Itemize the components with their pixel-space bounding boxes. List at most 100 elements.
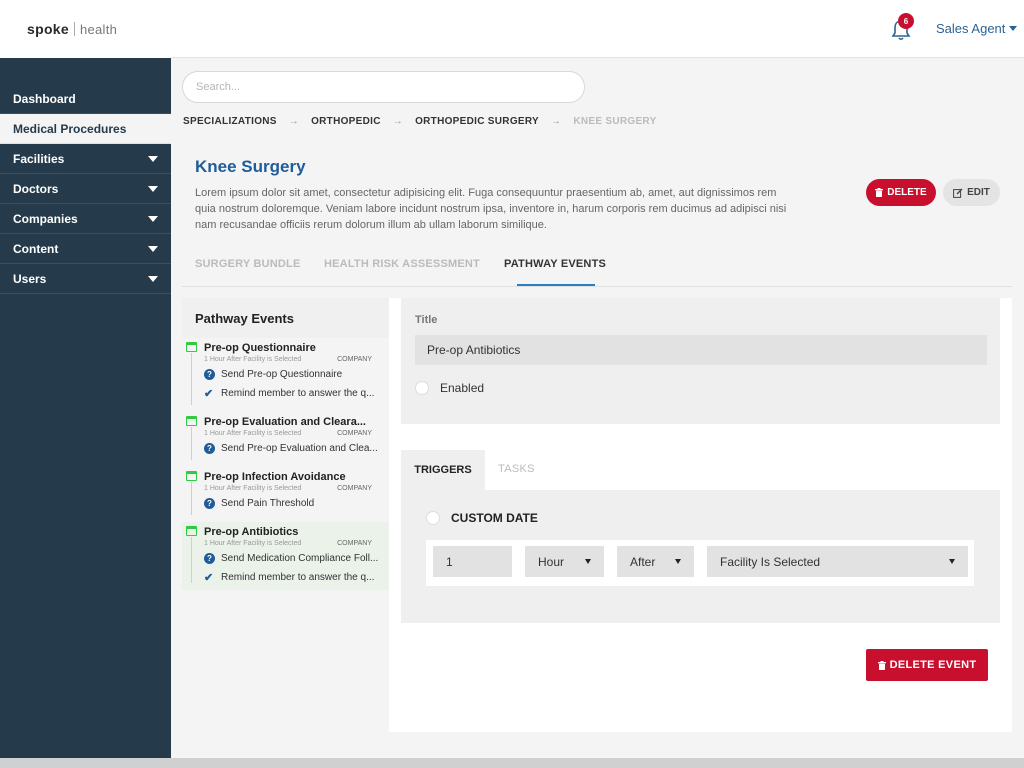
event-select[interactable]: Facility Is Selected — [707, 546, 968, 577]
calendar-icon — [186, 342, 197, 352]
sub-item-text: Send Pain Threshold — [221, 497, 315, 509]
procedure-tabs: SURGERY BUNDLE HEALTH RISK ASSESSMENT PA… — [182, 250, 1012, 287]
list-item[interactable]: Pre-op Questionnaire 1 Hour After Facili… — [182, 338, 389, 412]
sidebar-item-medical-procedures[interactable]: Medical Procedures — [0, 114, 171, 144]
enabled-radio[interactable] — [415, 381, 429, 395]
event-title: Pre-op Infection Avoidance — [204, 471, 346, 483]
sidebar-item-label: Medical Procedures — [13, 121, 127, 136]
sidebar-item-companies[interactable]: Companies — [0, 204, 171, 234]
custom-date-radio[interactable] — [426, 511, 440, 525]
question-icon: ? — [204, 552, 215, 564]
amount-input[interactable]: 1 — [433, 546, 512, 577]
event-title: Pre-op Questionnaire — [204, 342, 316, 354]
event-audience: COMPANY — [337, 540, 372, 547]
triggers-card: CUSTOM DATE 1 Hour After Facility Is Sel… — [401, 490, 1000, 623]
arrow-right-icon: → — [288, 116, 300, 127]
check-icon: ✔ — [204, 571, 214, 584]
event-sub-item[interactable]: ? Send Medication Compliance Foll... — [204, 550, 382, 566]
tab-surgery-bundle[interactable]: SURGERY BUNDLE — [195, 250, 300, 287]
chevron-down-icon — [1009, 26, 1018, 31]
sidebar-item-label: Companies — [13, 211, 78, 226]
event-meta: 1 Hour After Facility is Selected COMPANY — [204, 485, 372, 492]
arrow-right-icon: → — [551, 116, 562, 127]
tab-health-risk-assessment[interactable]: HEALTH RISK ASSESSMENT — [324, 250, 480, 287]
event-timing: 1 Hour After Facility is Selected — [204, 430, 302, 437]
delete-button[interactable]: DELETE — [866, 179, 936, 206]
calendar-icon — [186, 416, 197, 426]
sidebar-item-label: Facilities — [13, 151, 65, 166]
enabled-toggle[interactable]: Enabled — [415, 381, 484, 395]
enabled-label: Enabled — [440, 381, 485, 395]
edit-label: EDIT — [967, 187, 990, 198]
calendar-icon — [186, 471, 197, 481]
delete-label: DELETE — [887, 187, 927, 198]
question-icon: ? — [204, 497, 215, 509]
sidebar-item-users[interactable]: Users — [0, 264, 171, 294]
event-sub-item[interactable]: ? Send Pre-op Evaluation and Clea... — [204, 440, 382, 456]
chevron-down-icon — [148, 215, 158, 222]
event-audience: COMPANY — [337, 356, 372, 363]
event-value: Facility Is Selected — [720, 554, 821, 569]
sidebar-item-label: Doctors — [13, 181, 59, 196]
sidebar-item-label: Users — [13, 271, 47, 286]
logo-brand: spoke — [27, 21, 69, 37]
sidebar-item-label: Content — [13, 241, 59, 256]
user-menu[interactable]: Sales Agent — [936, 21, 1018, 36]
trash-icon — [875, 188, 884, 197]
breadcrumb-current: KNEE SURGERY — [573, 116, 657, 127]
events-heading: Pathway Events — [182, 298, 389, 338]
trigger-fields: 1 Hour After Facility Is Selected — [426, 540, 974, 586]
tree-line — [191, 482, 192, 515]
page-title: Knee Surgery — [195, 157, 306, 176]
event-timing: 1 Hour After Facility is Selected — [204, 485, 302, 492]
breadcrumb: SPECIALIZATIONS → ORTHOPEDIC → ORTHOPEDI… — [183, 116, 657, 127]
caret-down-icon — [949, 559, 955, 564]
calendar-icon — [186, 526, 197, 536]
sidebar-item-facilities[interactable]: Facilities — [0, 144, 171, 174]
breadcrumb-item[interactable]: ORTHOPEDIC SURGERY — [415, 116, 539, 127]
unit-select[interactable]: Hour — [525, 546, 604, 577]
search-input[interactable] — [182, 71, 585, 103]
title-input[interactable] — [415, 335, 987, 365]
list-item-selected[interactable]: Pre-op Antibiotics 1 Hour After Facility… — [182, 522, 389, 590]
sidebar-item-dashboard[interactable]: Dashboard — [0, 84, 171, 114]
event-sub-item[interactable]: ? Send Pain Threshold — [204, 495, 382, 511]
sidebar-item-doctors[interactable]: Doctors — [0, 174, 171, 204]
relation-select[interactable]: After — [617, 546, 694, 577]
chevron-down-icon — [148, 185, 158, 192]
sub-item-text: Remind member to answer the q... — [221, 387, 375, 399]
bottom-bar — [0, 758, 1024, 768]
event-title: Pre-op Evaluation and Cleara... — [204, 416, 366, 428]
sub-item-text: Send Medication Compliance Foll... — [221, 552, 379, 564]
breadcrumb-item[interactable]: ORTHOPEDIC — [311, 116, 381, 127]
edit-button[interactable]: EDIT — [943, 179, 1000, 206]
event-audience: COMPANY — [337, 485, 372, 492]
relation-value: After — [630, 554, 656, 569]
sub-item-text: Remind member to answer the q... — [221, 571, 375, 583]
caret-down-icon — [675, 559, 681, 564]
list-item[interactable]: Pre-op Evaluation and Cleara... 1 Hour A… — [182, 412, 389, 467]
unit-value: Hour — [538, 554, 565, 569]
event-sub-item[interactable]: ✔ Remind member to answer the q... — [204, 385, 382, 401]
tab-pathway-events[interactable]: PATHWAY EVENTS — [504, 250, 606, 287]
breadcrumb-item[interactable]: SPECIALIZATIONS — [183, 116, 277, 127]
custom-date-toggle[interactable]: CUSTOM DATE — [426, 511, 538, 525]
event-timing: 1 Hour After Facility is Selected — [204, 356, 302, 363]
sidebar-item-content[interactable]: Content — [0, 234, 171, 264]
title-card: Title Enabled — [401, 298, 1000, 424]
active-tab-indicator — [517, 284, 595, 286]
procedure-description: Lorem ipsum dolor sit amet, consectetur … — [195, 187, 787, 231]
event-sub-item[interactable]: ? Send Pre-op Questionnaire — [204, 366, 382, 382]
logo[interactable]: spoke health — [0, 0, 171, 58]
delete-event-button[interactable]: DELETE EVENT — [866, 649, 988, 681]
edit-icon — [953, 188, 963, 198]
tab-triggers[interactable]: TRIGGERS — [401, 450, 485, 490]
list-item[interactable]: Pre-op Infection Avoidance 1 Hour After … — [182, 467, 389, 522]
caret-down-icon — [585, 559, 591, 564]
check-icon: ✔ — [204, 387, 214, 400]
question-icon: ? — [204, 368, 215, 380]
sidebar: spoke health Dashboard Medical Procedure… — [0, 0, 171, 758]
tab-tasks[interactable]: TASKS — [498, 463, 535, 475]
event-meta: 1 Hour After Facility is Selected COMPANY — [204, 356, 372, 363]
event-sub-item[interactable]: ✔ Remind member to answer the q... — [204, 569, 382, 585]
